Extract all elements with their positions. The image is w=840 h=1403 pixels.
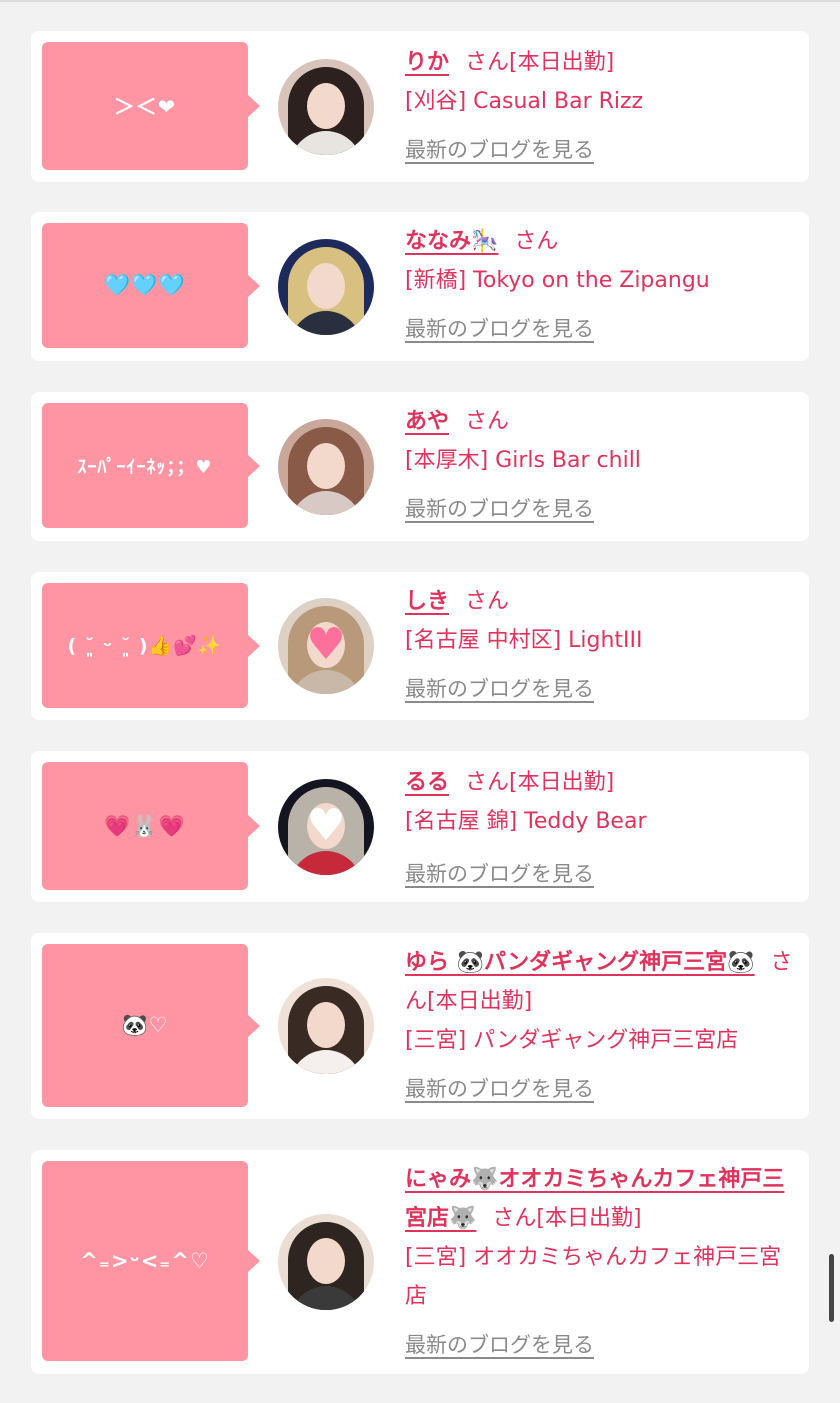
honorific: さん[本日出勤] [492,1206,642,1231]
avatar[interactable]: ♥ [278,779,374,875]
avatar[interactable] [278,239,374,335]
heart-icon: ♥ [306,800,346,851]
girl-card: ( ˘͈ ᵕ ˘͈ )👍💕✨ ♥ しき さん [名古屋 中村区] LightIII… [31,572,809,720]
girl-card: ｽｰﾊﾟｰｲｰﾈｯ；；♥ あや さん [本厚木] Girls Bar chill … [31,392,809,541]
blog-link[interactable]: 最新のブログを見る [405,310,801,349]
shop-name: [本厚木] Girls Bar chill [405,448,641,473]
girl-card: ＞＜❤ りか さん[本日出勤] [刈谷] Casual Bar Rizz 最新のブ… [31,31,809,182]
girl-name-link[interactable]: るる [405,770,449,795]
shop-name: [名古屋 錦] Teddy Bear [405,809,647,834]
girl-info: にゃみ🐺オオカミちゃんカフェ神戸三宮店🐺 さん[本日出勤] [三宮] オオカミちゃ… [405,1160,801,1365]
message-bubble: ｽｰﾊﾟｰｲｰﾈｯ；；♥ [42,403,260,528]
girl-card: 🩵🩵🩵 ななみ🎠 さん [新橋] Tokyo on the Zipangu 最新の… [31,212,809,361]
girl-info: ななみ🎠 さん [新橋] Tokyo on the Zipangu 最新のブログを… [405,222,801,349]
girl-name-link[interactable]: あや [405,409,449,434]
honorific: さん[本日出勤] [465,770,615,795]
girl-name-link[interactable]: りか [405,50,449,75]
avatar[interactable] [278,419,374,515]
message-bubble: ＞＜❤ [42,42,260,170]
girl-info: あや さん [本厚木] Girls Bar chill 最新のブログを見る [405,402,801,529]
shop-name: [三宮] パンダギャング神戸三宮店 [405,1028,739,1053]
avatar[interactable]: ♥ [278,598,374,694]
honorific: さん [465,409,510,434]
message-bubble: 🐼♡ [42,944,260,1107]
heart-icon: ♥ [306,619,346,670]
blog-link[interactable]: 最新のブログを見る [405,131,801,170]
honorific: さん [514,229,559,254]
girl-info: りか さん[本日出勤] [刈谷] Casual Bar Rizz 最新のブログを見… [405,43,801,170]
blog-link[interactable]: 最新のブログを見る [405,1070,801,1109]
shop-name: [新橋] Tokyo on the Zipangu [405,268,710,293]
girl-info: しき さん [名古屋 中村区] LightIII 最新のブログを見る [405,582,801,709]
honorific: さん[本日出勤] [465,50,615,75]
girl-info: ゆら 🐼パンダギャング神戸三宮🐼 さん[本日出勤] [三宮] パンダギャング神戸三… [405,943,801,1109]
blog-link[interactable]: 最新のブログを見る [405,490,801,529]
girl-card: 🐼♡ ゆら 🐼パンダギャング神戸三宮🐼 さん[本日出勤] [三宮] パンダギャング… [31,933,809,1119]
avatar[interactable] [278,978,374,1074]
blog-link[interactable]: 最新のブログを見る [405,1326,801,1365]
avatar[interactable] [278,1214,374,1310]
girl-name-link[interactable]: ゆら 🐼パンダギャング神戸三宮🐼 [405,950,755,975]
message-bubble: ( ˘͈ ᵕ ˘͈ )👍💕✨ [42,583,260,708]
girl-card: ^₌>ᵕ<₌^♡ にゃみ🐺オオカミちゃんカフェ神戸三宮店🐺 さん[本日出勤] [三… [31,1150,809,1374]
shop-name: [名古屋 中村区] LightIII [405,628,643,653]
shop-name: [刈谷] Casual Bar Rizz [405,89,644,114]
top-divider [0,0,840,2]
scrollbar[interactable] [829,1254,834,1322]
message-bubble: 💗🐰💗 [42,762,260,890]
honorific: さん [465,589,510,614]
girl-card: 💗🐰💗 ♥ るる さん[本日出勤] [名古屋 錦] Teddy Bear 最新のブ… [31,751,809,902]
message-bubble: ^₌>ᵕ<₌^♡ [42,1161,260,1361]
avatar[interactable] [278,59,374,155]
shop-name: [三宮] オオカミちゃんカフェ神戸三宮店 [405,1245,782,1309]
girl-info: るる さん[本日出勤] [名古屋 錦] Teddy Bear 最新のブログを見る [405,763,801,894]
message-bubble: 🩵🩵🩵 [42,223,260,348]
blog-link[interactable]: 最新のブログを見る [405,855,801,894]
girl-name-link[interactable]: しき [405,589,449,614]
blog-link[interactable]: 最新のブログを見る [405,670,801,709]
girl-name-link[interactable]: ななみ🎠 [405,229,498,254]
